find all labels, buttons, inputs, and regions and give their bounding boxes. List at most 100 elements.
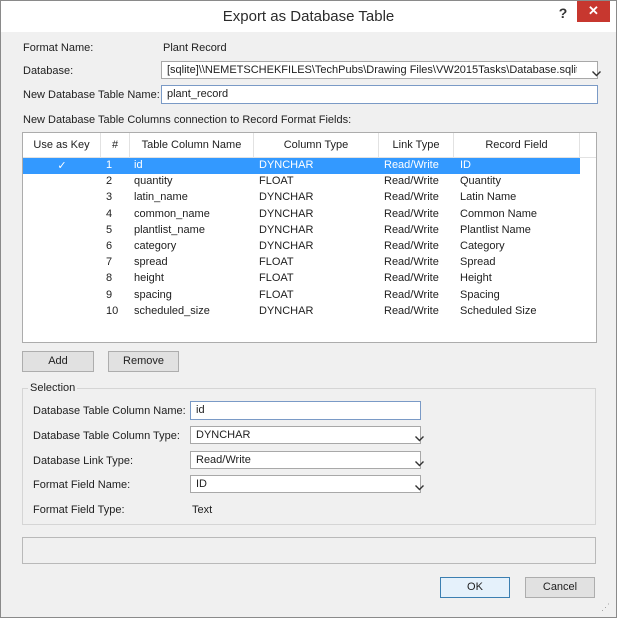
columns-list[interactable]: Use as Key # Table Column Name Column Ty… — [22, 132, 597, 343]
columns-list-header: Use as Key # Table Column Name Column Ty… — [23, 133, 596, 158]
column-name-input[interactable]: id — [190, 401, 421, 420]
cell-name: scheduled_size — [134, 304, 210, 317]
cell-field: Category — [460, 240, 505, 252]
cell-field: Spread — [460, 256, 496, 269]
cell-num: 2 — [106, 175, 113, 188]
cell-field: Spacing — [460, 288, 500, 301]
table-row[interactable]: 3 latin_name DYNCHAR Read/Write Latin Name — [23, 190, 580, 206]
cell-link: Read/Write — [384, 288, 439, 301]
link-type-dropdown[interactable]: Read/Write — [190, 451, 424, 469]
column-type-label: Database Table Column Type: — [33, 430, 180, 442]
cell-name: spread — [134, 256, 168, 269]
cell-name: latin_name — [134, 191, 188, 204]
close-button[interactable]: ✕ — [577, 1, 610, 22]
cell-num: 10 — [106, 304, 119, 317]
cell-name: plantlist_name — [134, 223, 205, 236]
table-row[interactable]: 10 scheduled_size DYNCHAR Read/Write Schedul… — [23, 304, 580, 320]
resize-grip-icon[interactable]: ⋰ — [601, 602, 610, 613]
cell-name: spacing — [134, 288, 172, 301]
link-type-label: Database Link Type: — [33, 455, 134, 467]
table-name-input[interactable]: plant_record — [161, 85, 598, 104]
cell-num: 7 — [106, 256, 113, 269]
table-name-input-value: plant_record — [167, 88, 229, 100]
header-use-as-key[interactable]: Use as Key — [23, 133, 101, 157]
header-table-column-name[interactable]: Table Column Name — [130, 133, 254, 157]
table-row[interactable]: ✓ 1 id DYNCHAR Read/Write ID — [23, 158, 580, 174]
cell-field: Plantlist Name — [460, 223, 531, 236]
header-column-type[interactable]: Column Type — [254, 133, 379, 157]
cell-field: Common Name — [460, 207, 538, 220]
field-name-label: Format Field Name: — [33, 479, 131, 491]
cell-type: DYNCHAR — [259, 304, 314, 317]
field-name-dropdown-value: ID — [196, 478, 207, 490]
cell-field: Quantity — [460, 175, 501, 188]
status-box — [22, 537, 596, 564]
table-name-label: New Database Table Name: — [23, 89, 160, 101]
column-type-dropdown[interactable]: DYNCHAR — [190, 426, 424, 444]
cell-type: DYNCHAR — [259, 240, 314, 252]
database-label: Database: — [23, 65, 74, 77]
cell-link: Read/Write — [384, 207, 439, 220]
cell-type: DYNCHAR — [259, 159, 314, 171]
ok-button[interactable]: OK — [440, 577, 510, 598]
cell-num: 8 — [106, 272, 113, 285]
cell-link: Read/Write — [384, 240, 439, 252]
field-type-label: Format Field Type: — [33, 504, 125, 516]
column-name-input-value: id — [196, 404, 205, 416]
cell-num: 5 — [106, 223, 113, 236]
help-button[interactable]: ? — [556, 4, 570, 22]
cell-field: Latin Name — [460, 191, 517, 204]
cell-name: height — [134, 272, 164, 285]
export-database-table-dialog: Export as Database Table ? ✕ Format Name… — [0, 0, 617, 618]
selection-group-title: Selection — [28, 382, 78, 394]
cell-field: ID — [460, 159, 471, 171]
header-link-type[interactable]: Link Type — [379, 133, 454, 157]
columns-caption: New Database Table Columns connection to… — [23, 114, 352, 126]
header-number[interactable]: # — [101, 133, 130, 157]
add-button[interactable]: Add — [22, 351, 94, 372]
cell-link: Read/Write — [384, 191, 439, 204]
cell-link: Read/Write — [384, 304, 439, 317]
cell-type: FLOAT — [259, 272, 294, 285]
cell-type: FLOAT — [259, 288, 294, 301]
cell-type: DYNCHAR — [259, 207, 314, 220]
table-row[interactable]: 7 spread FLOAT Read/Write Spread — [23, 255, 580, 271]
key-checkmark-icon[interactable]: ✓ — [23, 159, 101, 172]
cell-name: quantity — [134, 175, 173, 188]
cell-name: category — [134, 240, 177, 252]
field-name-dropdown[interactable]: ID — [190, 475, 424, 493]
table-row[interactable]: 2 quantity FLOAT Read/Write Quantity — [23, 174, 580, 190]
cell-link: Read/Write — [384, 256, 439, 269]
cell-type: FLOAT — [259, 175, 294, 188]
table-row[interactable]: 9 spacing FLOAT Read/Write Spacing — [23, 288, 580, 304]
dialog-title: Export as Database Table — [222, 8, 395, 25]
link-type-dropdown-value: Read/Write — [196, 454, 251, 466]
database-dropdown[interactable]: [sqlite]\\NEMETSCHEKFILES\TechPubs\Drawi… — [161, 61, 601, 79]
cell-field: Scheduled Size — [460, 304, 537, 317]
table-row[interactable]: 8 height FLOAT Read/Write Height — [23, 271, 580, 287]
table-row[interactable]: 4 common_name DYNCHAR Read/Write Common Name — [23, 207, 580, 223]
cell-num: 9 — [106, 288, 113, 301]
table-row[interactable]: 6 category DYNCHAR Read/Write Category — [23, 239, 580, 255]
cell-name: id — [134, 159, 143, 171]
format-name-label: Format Name: — [23, 42, 94, 54]
cell-num: 3 — [106, 191, 113, 204]
cell-field: Height — [460, 272, 492, 285]
cell-type: DYNCHAR — [259, 191, 314, 204]
remove-button[interactable]: Remove — [108, 351, 179, 372]
database-dropdown-value: [sqlite]\\NEMETSCHEKFILES\TechPubs\Drawi… — [167, 64, 577, 76]
cell-num: 4 — [106, 207, 113, 220]
cell-name: common_name — [134, 207, 210, 220]
field-type-value: Text — [192, 504, 213, 516]
cell-link: Read/Write — [384, 223, 439, 236]
cell-num: 6 — [106, 240, 113, 252]
format-name-value: Plant Record — [163, 42, 227, 54]
cell-link: Read/Write — [384, 159, 439, 171]
cell-type: FLOAT — [259, 256, 294, 269]
column-name-label: Database Table Column Name: — [33, 405, 186, 417]
cell-type: DYNCHAR — [259, 223, 314, 236]
title-bar: Export as Database Table ? ✕ — [1, 1, 616, 32]
header-record-field[interactable]: Record Field — [454, 133, 580, 157]
table-row[interactable]: 5 plantlist_name DYNCHAR Read/Write Plantlis… — [23, 223, 580, 239]
cancel-button[interactable]: Cancel — [525, 577, 595, 598]
